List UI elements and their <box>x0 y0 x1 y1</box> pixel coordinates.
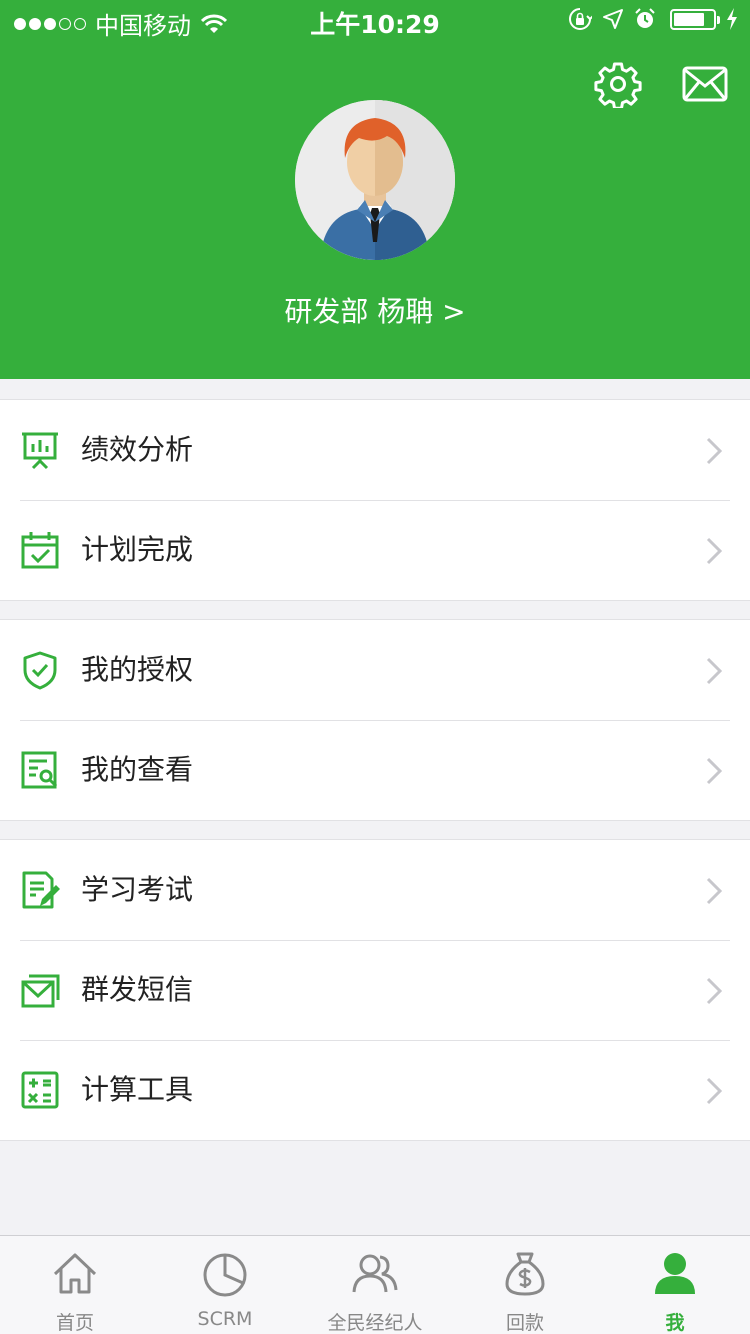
rotation-lock-icon <box>569 8 592 30</box>
money-bag-icon <box>505 1252 545 1296</box>
avatar[interactable] <box>295 100 455 260</box>
document-search-icon <box>21 751 58 789</box>
tab-collections[interactable]: 回款 <box>450 1236 600 1334</box>
profile-name-link[interactable]: 研发部 杨聃 > <box>0 290 750 330</box>
tab-label: 我 <box>665 1312 685 1334</box>
chevron-right-icon <box>706 757 722 785</box>
tab-label: 首页 <box>55 1312 94 1334</box>
pie-chart-icon <box>203 1253 247 1297</box>
charging-bolt-icon <box>727 8 737 30</box>
tab-agents[interactable]: 全民经纪人 <box>300 1236 450 1334</box>
tab-bar: 首页 SCRM 全民经纪人 回款 我 <box>0 1235 750 1334</box>
shield-check-icon <box>23 651 57 690</box>
tab-home[interactable]: 首页 <box>0 1236 150 1334</box>
menu-group-1: 绩效分析 计划完成 <box>0 399 750 601</box>
status-right <box>558 7 738 31</box>
home-icon <box>53 1253 97 1294</box>
chevron-right-icon <box>706 877 722 905</box>
user-icon <box>655 1253 695 1294</box>
menu-item-my-authorization[interactable]: 我的授权 <box>0 620 750 720</box>
menu-item-calculator-tool[interactable]: 计算工具 <box>0 1040 750 1140</box>
mail-stack-icon <box>21 974 60 1008</box>
battery-fill <box>674 12 705 26</box>
tab-label: SCRM <box>197 1308 253 1330</box>
menu-item-label: 群发短信 <box>81 973 194 1006</box>
envelope-icon <box>682 66 728 102</box>
calculator-icon <box>21 1071 59 1109</box>
chevron-right-icon <box>706 657 722 685</box>
chevron-right-icon <box>706 977 722 1005</box>
presentation-chart-icon <box>22 432 58 470</box>
tab-label: 回款 <box>505 1312 544 1334</box>
alarm-icon <box>635 8 655 28</box>
app-root: 中国移动 上午10:29 研发部 杨聃 > 绩效分析 计划完成 我的授权 我的查… <box>0 0 750 1334</box>
location-arrow-icon <box>603 9 623 29</box>
menu-item-performance-analysis[interactable]: 绩效分析 <box>0 400 750 500</box>
menu-item-label: 计算工具 <box>81 1073 194 1106</box>
profile-header: 中国移动 上午10:29 研发部 杨聃 > <box>0 0 750 379</box>
settings-button[interactable] <box>594 60 642 110</box>
menu-item-bulk-sms[interactable]: 群发短信 <box>0 940 750 1040</box>
tab-label: 全民经纪人 <box>327 1312 423 1334</box>
chevron-right-icon <box>706 537 722 565</box>
chevron-right-icon <box>706 437 722 465</box>
menu-group-2: 我的授权 我的查看 <box>0 619 750 821</box>
menu-item-plan-completion[interactable]: 计划完成 <box>0 500 750 600</box>
menu-group-3: 学习考试 群发短信 计算工具 <box>0 839 750 1141</box>
tab-me[interactable]: 我 <box>600 1236 750 1334</box>
menu-item-label: 我的授权 <box>81 653 194 686</box>
battery-tip <box>717 15 720 24</box>
messages-button[interactable] <box>682 64 730 104</box>
gear-icon <box>594 62 642 110</box>
menu-item-label: 计划完成 <box>81 533 194 566</box>
menu-item-label: 绩效分析 <box>81 433 194 466</box>
calendar-check-icon <box>21 532 59 569</box>
tab-scrm[interactable]: SCRM <box>150 1236 300 1334</box>
businessman-avatar-icon <box>295 100 455 260</box>
menu-item-label: 学习考试 <box>81 873 194 906</box>
menu-item-my-view[interactable]: 我的查看 <box>0 720 750 820</box>
battery-indicator <box>670 8 720 30</box>
status-bar: 中国移动 上午10:29 <box>0 0 750 40</box>
menu-item-study-exam[interactable]: 学习考试 <box>0 840 750 940</box>
chevron-right-icon <box>706 1077 722 1105</box>
users-icon <box>352 1254 398 1293</box>
exam-edit-icon <box>22 871 60 909</box>
menu-item-label: 我的查看 <box>81 753 194 786</box>
